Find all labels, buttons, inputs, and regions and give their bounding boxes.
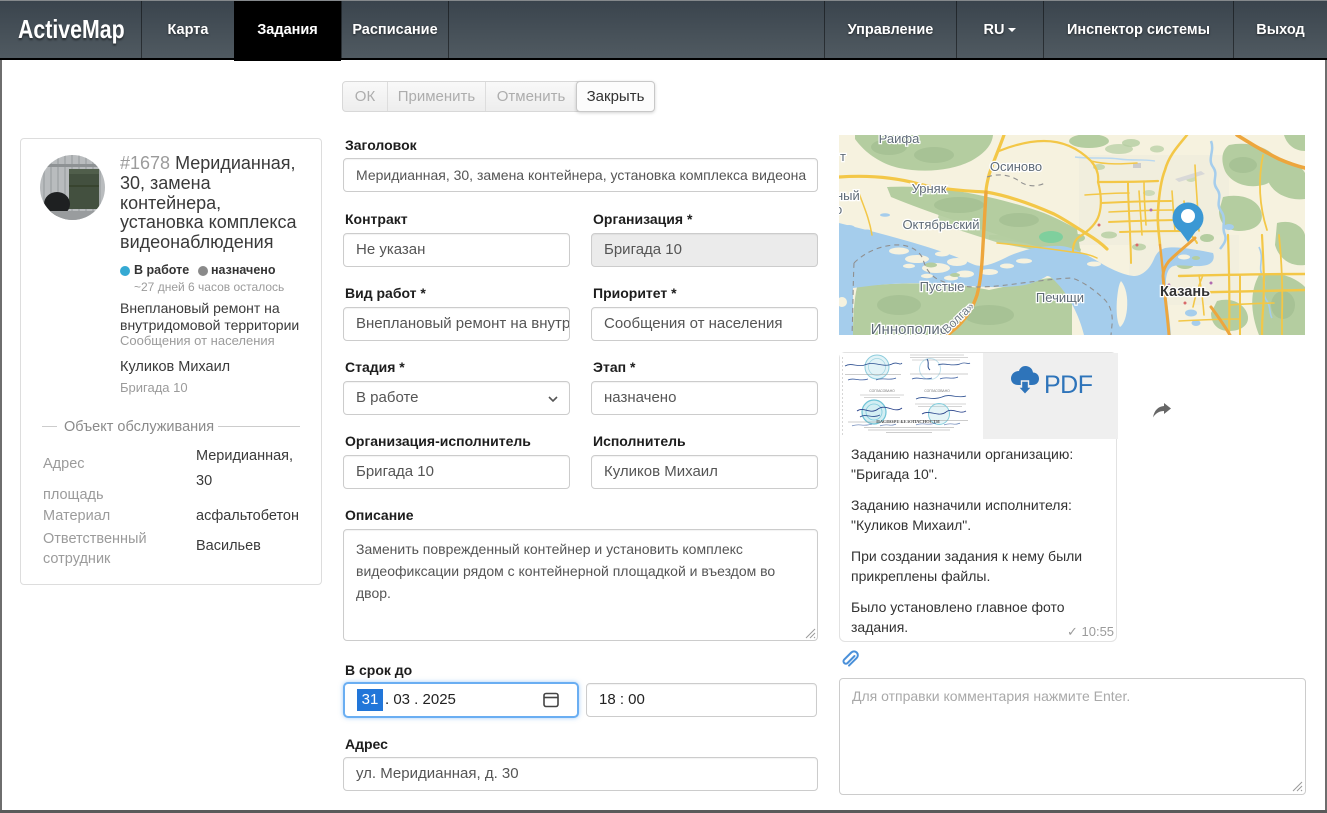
svg-text:СОГЛАСОВАНО: СОГЛАСОВАНО — [869, 389, 895, 393]
svg-text:Иннополис: Иннополис — [871, 321, 948, 335]
svg-text:PDF: PDF — [1044, 371, 1093, 399]
svg-text:Осиново: Осиново — [990, 159, 1042, 174]
svg-text:Октябрьский: Октябрьский — [902, 217, 979, 232]
svg-text:о: о — [839, 202, 842, 217]
svg-text:Казань: Казань — [1160, 284, 1210, 300]
svg-text:Пустые: Пустые — [920, 279, 965, 294]
svg-text:ПАСПОРТ БЕЗОПАСНОСТИ: ПАСПОРТ БЕЗОПАСНОСТИ — [876, 419, 940, 424]
svg-text:Урняк: Урняк — [912, 181, 947, 196]
svg-text:Печищи: Печищи — [1036, 290, 1084, 305]
svg-text:т: т — [840, 149, 846, 164]
svg-text:СОГЛАСОВАНО: СОГЛАСОВАНО — [924, 389, 950, 393]
svg-text:ный: ный — [839, 188, 860, 203]
svg-text:Раифа: Раифа — [879, 135, 920, 146]
